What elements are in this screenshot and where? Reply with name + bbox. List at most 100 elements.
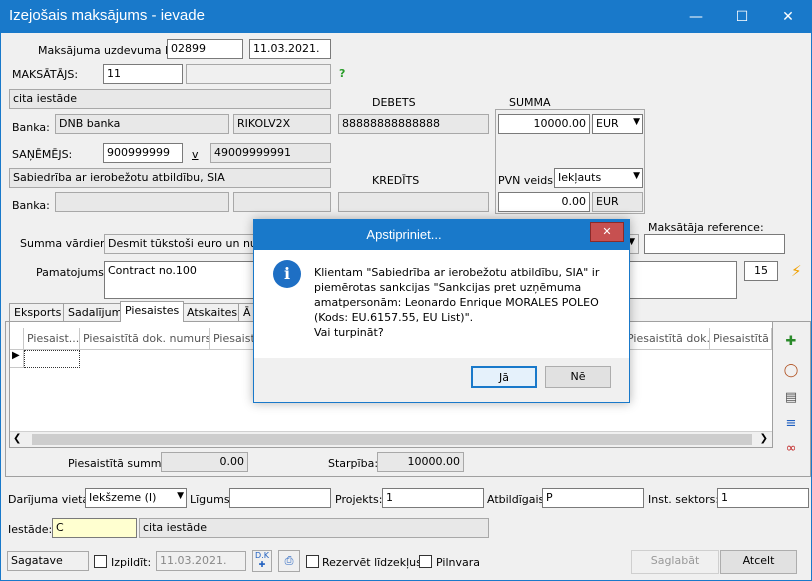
no-button[interactable]: Nē bbox=[545, 366, 611, 388]
yes-button[interactable]: Jā bbox=[471, 366, 537, 388]
confirm-dialog: Apstipriniet... ✕ i Klientam "Sabiedrība… bbox=[253, 219, 630, 403]
calendar-icon[interactable]: D.K ✚ bbox=[252, 550, 272, 572]
scroll-thumb[interactable] bbox=[32, 434, 752, 445]
place-select[interactable]: Iekšzeme (I) ▼ bbox=[85, 488, 187, 508]
pvn-value: Iekļauts bbox=[558, 171, 602, 184]
full-label: Pilnvara bbox=[436, 556, 480, 569]
summa-label: SUMMA bbox=[509, 96, 551, 109]
scroll-left-icon[interactable]: ❮ bbox=[13, 433, 21, 444]
currency-value: EUR bbox=[596, 117, 619, 130]
kredits-label: KREDĪTS bbox=[372, 174, 420, 187]
v-link[interactable]: v bbox=[192, 148, 199, 161]
add-link-icon[interactable]: ✚ bbox=[781, 334, 801, 352]
sector-label: Inst. sektors: bbox=[648, 493, 720, 506]
institution-code-input[interactable]: C bbox=[52, 518, 137, 538]
project-label: Projekts: bbox=[335, 493, 383, 506]
diff-label: Starpība: bbox=[328, 457, 379, 470]
responsible-label: Atbildīgais: bbox=[487, 493, 548, 506]
payer-code-input[interactable]: 11 bbox=[103, 64, 183, 84]
sector-input[interactable]: 1 bbox=[717, 488, 809, 508]
row-pointer-icon: ▶ bbox=[10, 350, 24, 368]
diff-value: 10000.00 bbox=[377, 452, 464, 472]
help-icon[interactable]: ? bbox=[339, 67, 345, 80]
grid-corner bbox=[10, 328, 24, 350]
dialog-message: Klientam "Sabiedrība ar ierobežotu atbil… bbox=[314, 266, 600, 324]
receiver-name-field: Sabiedrība ar ierobežotu atbildību, SIA bbox=[9, 168, 331, 188]
execute-checkbox[interactable] bbox=[94, 555, 107, 568]
grid-col-1[interactable]: Piesaist... bbox=[24, 328, 80, 350]
reserve-checkbox[interactable] bbox=[306, 555, 319, 568]
maximize-icon[interactable]: ☐ bbox=[719, 1, 765, 33]
linked-sum-value: 0.00 bbox=[161, 452, 248, 472]
debet-account: 88888888888888 bbox=[338, 114, 489, 134]
lightning-icon[interactable]: ⚡ bbox=[791, 262, 802, 280]
grid-col-5[interactable]: Piesaistītā d bbox=[710, 328, 772, 350]
order-date-input[interactable]: 11.03.2021. bbox=[249, 39, 331, 59]
institution-name: cita iestāde bbox=[139, 518, 489, 538]
grid-col-2[interactable]: Piesaistītā dok. numurs bbox=[80, 328, 210, 350]
full-checkbox[interactable] bbox=[419, 555, 432, 568]
receiver-code-input[interactable]: 900999999 bbox=[103, 143, 183, 163]
contract-input[interactable] bbox=[229, 488, 331, 508]
pamatojums-count: 15 bbox=[744, 261, 778, 281]
receiver-bank-name bbox=[55, 192, 229, 212]
dialog-footer: Jā Nē bbox=[254, 358, 629, 402]
reference-input[interactable] bbox=[644, 234, 785, 254]
dialog-question: Vai turpināt? bbox=[314, 326, 384, 339]
receiver-label: SAŅĒMĒJS: bbox=[12, 148, 73, 161]
cancel-button[interactable]: Atcelt bbox=[720, 550, 797, 574]
list-arrow-icon[interactable]: ≡ bbox=[781, 416, 801, 434]
pvn-select[interactable]: Iekļauts ▼ bbox=[554, 168, 643, 188]
unlink-icon[interactable]: ∞ bbox=[781, 441, 801, 459]
close-icon[interactable]: ✕ bbox=[765, 1, 811, 33]
responsible-input[interactable]: P bbox=[542, 488, 644, 508]
scroll-right-icon[interactable]: ❯ bbox=[760, 433, 768, 444]
horizontal-scrollbar[interactable]: ❮ ❯ bbox=[10, 431, 772, 447]
status-field: Sagatave bbox=[7, 551, 89, 571]
tab-piesaistes[interactable]: Piesaistes bbox=[120, 301, 185, 322]
payer-extra-field bbox=[186, 64, 331, 84]
print-icon[interactable]: ⎙ bbox=[278, 550, 300, 572]
title-bar: Izejošais maksājums - ievade — ☐ ✕ bbox=[1, 1, 811, 33]
dialog-title: Apstipriniet... bbox=[366, 227, 442, 242]
words-label: Summa vārdiem: bbox=[20, 237, 115, 250]
grid-active-cell[interactable] bbox=[24, 350, 80, 368]
execute-date: 11.03.2021. bbox=[156, 551, 246, 571]
chevron-down-icon: ▼ bbox=[633, 117, 640, 127]
minimize-icon[interactable]: — bbox=[673, 1, 719, 33]
reserve-label: Rezervēt līdzekļus bbox=[322, 556, 422, 569]
linked-sum-label: Piesaistītā summa: bbox=[68, 457, 172, 470]
receiver-bank-code bbox=[233, 192, 331, 212]
dialog-title-bar: Apstipriniet... ✕ bbox=[254, 220, 629, 250]
place-value: Iekšzeme (I) bbox=[89, 491, 157, 504]
currency-select[interactable]: EUR ▼ bbox=[592, 114, 643, 134]
project-input[interactable]: 1 bbox=[382, 488, 484, 508]
payer-bank-label: Banka: bbox=[12, 121, 50, 134]
dialog-close-icon[interactable]: ✕ bbox=[590, 222, 624, 242]
institution-label: Iestāde: bbox=[8, 523, 53, 536]
execute-label: Izpildīt: bbox=[111, 556, 152, 569]
tab-eksports[interactable]: Eksports bbox=[9, 303, 67, 321]
window-title: Izejošais maksājums - ievade bbox=[9, 7, 205, 24]
pamatojums-label: Pamatojums: bbox=[36, 266, 108, 279]
grid-col-4[interactable]: Piesaistītā dok. v... bbox=[624, 328, 710, 350]
tab-atskaites[interactable]: Atskaites bbox=[182, 303, 243, 321]
kredits-account bbox=[338, 192, 489, 212]
amount-input[interactable]: 10000.00 bbox=[498, 114, 590, 134]
order-no-label: Maksājuma uzdevuma Nr. bbox=[38, 44, 181, 57]
chevron-down-icon: ▼ bbox=[633, 171, 640, 181]
chevron-down-icon: ▼ bbox=[177, 491, 184, 501]
glasses-icon[interactable]: ◯ bbox=[781, 363, 801, 381]
place-label: Darījuma vieta: bbox=[8, 493, 93, 506]
save-button[interactable]: Saglabāt bbox=[631, 550, 719, 574]
pvn-label: PVN veids: bbox=[498, 174, 557, 187]
debet-label: DEBETS bbox=[372, 96, 416, 109]
document-icon[interactable]: ▤ bbox=[781, 390, 801, 408]
contract-label: Līgums: bbox=[190, 493, 234, 506]
payer-bank-name: DNB banka bbox=[55, 114, 229, 134]
info-icon: i bbox=[273, 260, 301, 288]
pvn-currency: EUR bbox=[592, 192, 643, 212]
order-no-input[interactable]: 02899 bbox=[167, 39, 243, 59]
pvn-amount: 0.00 bbox=[498, 192, 590, 212]
payer-bank-code: RIKOLV2X bbox=[233, 114, 331, 134]
